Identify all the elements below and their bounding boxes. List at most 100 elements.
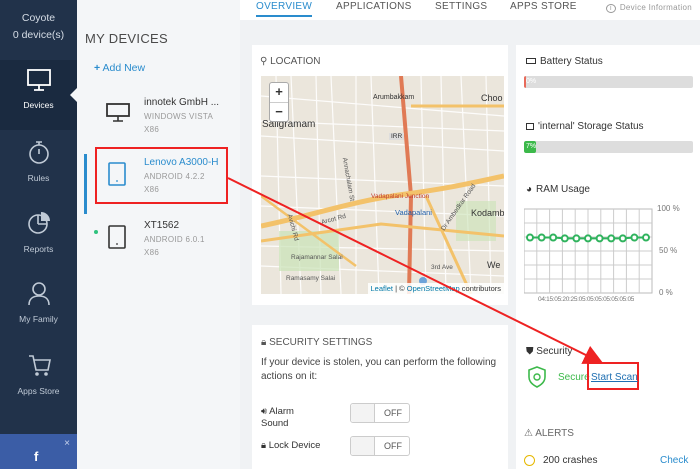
nav-reports-label: Reports <box>23 244 54 254</box>
battery-title: Battery Status <box>526 56 603 67</box>
security-settings-description: If your device is stolen, you can perfor… <box>261 357 497 382</box>
security-title: ⛊ Security <box>526 346 572 357</box>
battery-icon <box>526 58 536 65</box>
battery-title-text: Battery Status <box>540 56 603 67</box>
lock-icon: 🔒︎ <box>261 337 267 348</box>
osm-link[interactable]: OpenStreetMap <box>407 284 460 293</box>
storage-fill: 7% <box>524 141 536 153</box>
map-label: Choo <box>481 93 503 103</box>
lock-device-toggle[interactable]: OFF <box>350 436 410 456</box>
ram-data-point <box>572 234 581 243</box>
security-status: Secure <box>558 372 590 383</box>
map-label: Kodamb <box>471 208 504 218</box>
ram-title: ◕ RAM Usage <box>526 184 590 195</box>
tab-overview[interactable]: OVERVIEW <box>256 1 313 17</box>
tab-apps-store[interactable]: APPS STORE <box>510 1 577 12</box>
leaflet-link[interactable]: Leaflet <box>371 284 394 293</box>
alerts-title: ⚠ ALERTS <box>524 428 574 439</box>
ram-data-point <box>630 233 639 242</box>
map-label: We <box>487 260 501 270</box>
selection-indicator <box>84 154 87 214</box>
attribution-separator: | © <box>393 284 407 293</box>
zoom-out-button[interactable]: − <box>270 102 288 121</box>
alert-crashes: 200 crashes <box>543 455 598 467</box>
alarm-sound-state: OFF <box>384 408 402 418</box>
add-new-button[interactable]: + Add New <box>94 62 145 74</box>
ram-data-point <box>595 234 604 243</box>
nav-reports[interactable]: Reports <box>0 202 77 272</box>
storage-icon <box>526 122 534 130</box>
lock-device-state: OFF <box>384 441 402 451</box>
map-label: Arumbakkam <box>373 94 415 101</box>
location-map[interactable]: Arumbakkam Choo Saligramam IRR Vadapalan… <box>261 76 504 294</box>
ram-data-point <box>537 233 546 242</box>
person-icon <box>27 282 50 306</box>
location-title: ⚲ LOCATION <box>260 56 321 67</box>
security-settings-title: 🔒︎ SECURITY SETTINGS <box>261 337 372 348</box>
speaker-icon: 🔊︎ <box>261 406 267 417</box>
attribution-tail: contributors <box>459 284 501 293</box>
ram-y-label-50: 50 % <box>659 246 678 255</box>
lock-device-label-text: Lock Device <box>268 440 321 451</box>
devices-panel: MY DEVICES + Add New innotek GmbH ... WI… <box>77 0 240 469</box>
ram-title-text: RAM Usage <box>536 184 590 195</box>
facebook-icon: f <box>34 449 39 464</box>
zoom-in-button[interactable]: + <box>270 83 288 102</box>
alert-row: 200 crashes <box>524 455 597 466</box>
ram-data-point <box>618 234 627 243</box>
ram-data-point <box>642 233 650 242</box>
tablet-icon <box>108 225 126 249</box>
alarm-sound-label: 🔊︎ Alarm Sound <box>261 406 321 430</box>
devices-title: MY DEVICES <box>85 31 168 46</box>
plus-icon: + <box>94 62 101 74</box>
tab-settings[interactable]: SETTINGS <box>435 1 487 12</box>
device-arch: X86 <box>144 248 160 257</box>
storage-title: 'internal' Storage Status <box>526 121 644 132</box>
main-nav: Coyote 0 device(s) Devices Rules Reports… <box>0 0 77 469</box>
monitor-icon <box>26 69 51 91</box>
user-name: Coyote <box>21 12 56 24</box>
start-scan-button[interactable]: Start Scan <box>587 362 639 390</box>
storage-title-text: 'internal' Storage Status <box>538 121 644 132</box>
ram-usage-chart <box>524 208 653 294</box>
security-settings-title-text: SECURITY SETTINGS <box>269 337 373 348</box>
ram-y-label-0: 0 % <box>659 288 673 297</box>
map-label: Vadapalani <box>395 208 432 217</box>
storage-meter: 7% <box>524 141 693 153</box>
monitor-icon <box>106 103 130 122</box>
ram-data-point <box>560 234 569 243</box>
tab-applications[interactable]: APPLICATIONS <box>336 1 412 12</box>
pin-icon: ⚲ <box>260 56 268 67</box>
map-label: IRR <box>389 133 405 140</box>
annotation-highlight-device <box>95 147 228 204</box>
nav-apps-store-label: Apps Store <box>17 386 60 396</box>
lock-device-label: 🔒︎ Lock Device <box>261 440 320 452</box>
nav-apps-store[interactable]: Apps Store <box>0 344 77 414</box>
nav-devices[interactable]: Devices <box>0 60 77 130</box>
map-tiles <box>261 76 504 294</box>
device-os: WINDOWS VISTA <box>144 112 214 121</box>
device-os: ANDROID 6.0.1 <box>144 235 205 244</box>
device-item[interactable]: XT1562 ANDROID 6.0.1 X86 <box>77 220 240 282</box>
ram-data-point <box>526 233 534 242</box>
shield-icon: ⛊ <box>526 346 534 357</box>
map-label: Vadapalani Junction <box>371 193 430 200</box>
map-attribution: Leaflet | © OpenStreetMap contributors <box>367 283 504 294</box>
nav-my-family[interactable]: My Family <box>0 272 77 342</box>
stopwatch-icon <box>28 141 49 164</box>
ram-data-point <box>549 233 558 242</box>
device-name: XT1562 <box>144 220 180 231</box>
alert-check-link[interactable]: Check <box>660 455 688 466</box>
security-title-text: Security <box>536 346 573 357</box>
alarm-sound-toggle[interactable]: OFF <box>350 403 410 423</box>
toggle-knob <box>351 404 375 422</box>
map-label: 3rd Ave <box>431 264 453 271</box>
close-icon[interactable]: × <box>64 438 70 449</box>
ram-y-label-100: 100 % <box>657 204 680 213</box>
map-label: Ramasamy Salai <box>286 275 336 282</box>
nav-rules[interactable]: Rules <box>0 131 77 201</box>
tab-device-information[interactable]: i Device Information <box>606 3 692 13</box>
user-info: Coyote 0 device(s) <box>0 0 77 44</box>
location-title-text: LOCATION <box>270 56 321 67</box>
facebook-banner[interactable]: f × <box>0 434 77 469</box>
